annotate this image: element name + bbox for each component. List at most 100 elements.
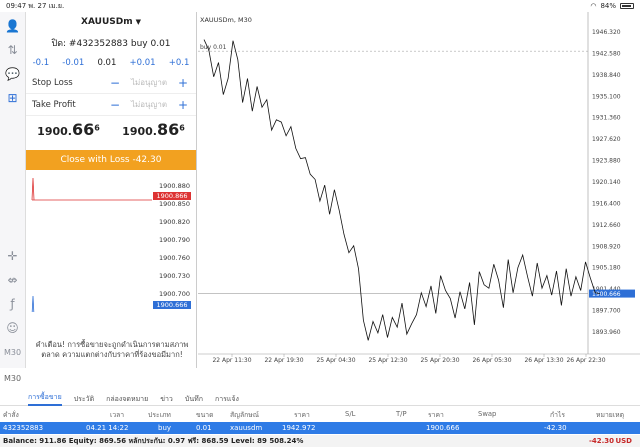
ask-sup: 6 <box>179 123 185 133</box>
timeframe-label: M30 <box>4 374 22 383</box>
balance-text: Balance: 911.86 Equity: 869.56 หลักประกั… <box>3 436 304 445</box>
table-header: คำสั่ง เวลา ประเภท ขนาด สัญลักษณ์ ราคา S… <box>0 408 640 420</box>
x-tick-label: 26 Apr 22:30 <box>566 357 605 364</box>
stop-loss-row: Stop Loss − ไม่อนุญาต + <box>26 72 196 94</box>
bid-price: 1900.666 <box>37 120 100 139</box>
bid-prefix: 1900. <box>37 125 72 138</box>
order-title: ปิด: #432352883 buy 0.01 <box>51 39 171 49</box>
step-plus-01[interactable]: +0.1 <box>169 58 190 68</box>
stop-loss-input[interactable]: ไม่อนุญาต <box>122 76 176 89</box>
swap-icon[interactable]: ⇅ <box>3 40 23 60</box>
take-profit-row: Take Profit − ไม่อนุญาต + <box>26 94 196 116</box>
balance-currency: USD <box>615 437 632 445</box>
chat-icon[interactable]: 💬 <box>3 64 23 84</box>
tick-label: 1900.880 <box>158 182 190 190</box>
x-tick-label: 26 Apr 05:30 <box>472 357 511 364</box>
stop-loss-minus-button[interactable]: − <box>108 76 122 90</box>
col-tp: T/P <box>396 410 407 418</box>
price-chart[interactable]: XAUUSDm, M30 1946.320 1942.580 1938.840 193… <box>198 12 640 368</box>
y-tick-label: 1927.620 <box>592 136 621 143</box>
wifi-icon: ◠ <box>590 2 597 10</box>
price-series-line <box>203 39 601 341</box>
step-plus-001[interactable]: +0.01 <box>130 58 156 68</box>
tab-news[interactable]: ข่าว <box>160 394 173 405</box>
status-right: ◠ 84% <box>590 2 634 10</box>
chart-svg: 1946.320 1942.580 1938.840 1935.100 1931.360… <box>198 12 640 364</box>
y-tick-label: 1931.360 <box>592 115 621 122</box>
balance-bar: Balance: 911.86 Equity: 869.56 หลักประกั… <box>0 435 640 447</box>
left-toolbar: 👤 ⇅ 💬 ⊞ ✛ ⇎ ƒ ☺ M30 <box>0 12 26 368</box>
move-icon[interactable]: ⇎ <box>3 270 23 290</box>
tick-label: 1900.850 <box>158 200 190 208</box>
warning-text: คำเตือน! การซื้อขายจะถูกดำเนินการตามสภาพ… <box>35 340 189 359</box>
cell-size: 0.01 <box>196 424 212 432</box>
y-tick-label: 1908.920 <box>592 243 621 250</box>
tab-alerts[interactable]: การแจ้ง <box>215 394 239 405</box>
tab-history[interactable]: ประวัติ <box>74 394 94 405</box>
timeframe-button[interactable]: M30 <box>3 342 23 362</box>
x-tick-label: 22 Apr 19:30 <box>264 357 303 364</box>
col-price-current: ราคา <box>428 410 444 419</box>
status-bar: 09:47 พ. 27 เม.ย. ◠ 84% <box>0 0 640 12</box>
y-tick-label: 1942.580 <box>592 50 621 57</box>
step-minus-01[interactable]: -0.1 <box>33 58 50 68</box>
terminal-tabs: การซื้อขาย ประวัติ กล่องจดหมาย ข่าว บันท… <box>0 393 640 406</box>
stop-loss-plus-button[interactable]: + <box>176 76 190 90</box>
function-icon[interactable]: ƒ <box>3 294 23 314</box>
y-tick-label: 1893.960 <box>592 329 621 336</box>
quotes: 1900.666 1900.866 <box>26 120 196 146</box>
bid-tag: 1900.866 <box>153 192 191 200</box>
ask-big: 86 <box>156 120 180 139</box>
bid-big: 66 <box>71 120 95 139</box>
y-tick-label: 1938.840 <box>592 72 621 79</box>
take-profit-input[interactable]: ไม่อนุญาต <box>122 98 176 111</box>
cell-time: 04.21 14:22 <box>86 424 129 432</box>
take-profit-minus-button[interactable]: − <box>108 98 122 112</box>
tick-label: 1900.700 <box>158 290 190 298</box>
tick-label: 1900.820 <box>158 218 190 226</box>
x-tick-label: 26 Apr 13:30 <box>524 357 563 364</box>
tick-label: 1900.760 <box>158 254 190 262</box>
x-tick-label: 25 Apr 04:30 <box>316 357 355 364</box>
status-date: พ. 27 เม.ย. <box>28 1 65 10</box>
col-comment: หมายเหตุ <box>596 410 624 419</box>
people-icon[interactable]: ☺ <box>3 318 23 338</box>
y-tick-label: 1923.880 <box>592 158 621 165</box>
cell-type: buy <box>158 424 172 432</box>
col-time: เวลา <box>110 410 125 419</box>
order-line-label: buy 0.01 <box>200 44 227 51</box>
bid-spike <box>31 177 35 201</box>
col-swap: Swap <box>478 410 497 418</box>
x-tick-label: 25 Apr 12:30 <box>368 357 407 364</box>
take-profit-plus-button[interactable]: + <box>176 98 190 112</box>
battery-icon <box>620 3 634 9</box>
user-icon[interactable]: 👤 <box>3 16 23 36</box>
col-profit: กำไร <box>550 410 566 419</box>
step-minus-001[interactable]: -0.01 <box>62 58 84 68</box>
ask-price: 1900.866 <box>122 120 185 139</box>
caret-down-icon: ▼ <box>135 18 141 26</box>
status-time-date: 09:47 พ. 27 เม.ย. <box>6 1 64 12</box>
y-tick-label: 1916.400 <box>592 200 621 207</box>
tab-mailbox[interactable]: กล่องจดหมาย <box>106 394 148 405</box>
tab-trade[interactable]: การซื้อขาย <box>28 392 62 406</box>
close-with-loss-button[interactable]: Close with Loss -42.30 <box>26 150 196 170</box>
col-symbol: สัญลักษณ์ <box>230 410 260 419</box>
volume-steps: -0.1 -0.01 0.01 +0.01 +0.1 <box>26 54 196 72</box>
col-type: ประเภท <box>148 410 171 419</box>
col-price: ราคา <box>294 410 310 419</box>
order-panel: XAUUSDm ▼ ปิด: #432352883 buy 0.01 -0.1 … <box>26 12 197 368</box>
add-order-icon[interactable]: ⊞ <box>3 88 23 108</box>
col-size: ขนาด <box>196 410 214 419</box>
symbol-selector[interactable]: XAUUSDm ▼ <box>26 12 196 32</box>
volume-value[interactable]: 0.01 <box>97 58 116 68</box>
tab-journal[interactable]: บันทึก <box>185 394 203 405</box>
price-tag-label: 1900.666 <box>592 291 621 298</box>
take-profit-label: Take Profit <box>32 99 76 110</box>
y-tick-label: 1912.660 <box>592 222 621 229</box>
cell-profit: -42.30 <box>544 424 567 432</box>
y-tick-label: 1897.700 <box>592 308 621 315</box>
table-row[interactable]: 432352883 04.21 14:22 buy 0.01 xauusdm 1… <box>0 422 640 434</box>
bid-sup: 6 <box>94 123 100 133</box>
crosshair-icon[interactable]: ✛ <box>3 246 23 266</box>
